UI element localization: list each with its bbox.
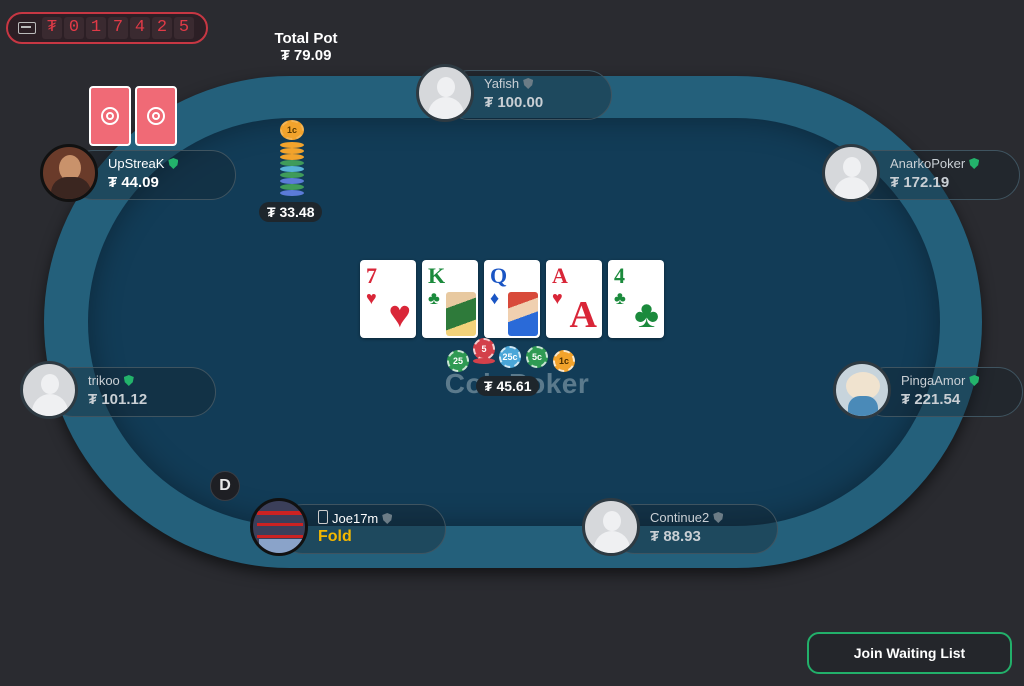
jackpot-digit: 0	[64, 17, 84, 39]
shield-icon	[382, 513, 393, 524]
chip-icon: 5c	[526, 346, 548, 368]
player-name: Continue2	[650, 510, 710, 525]
jackpot-ticker[interactable]: ₮ 0 1 7 4 2 5	[6, 12, 208, 44]
avatar	[250, 498, 308, 556]
board-card: K ♣	[422, 260, 478, 338]
player-name: PingaAmor	[901, 373, 966, 388]
club-icon: ♣	[428, 288, 440, 308]
king-face-icon	[446, 292, 476, 336]
avatar	[582, 498, 640, 556]
join-waiting-list-button[interactable]: Join Waiting List	[807, 632, 1012, 674]
player-name: Joe17m	[332, 511, 379, 526]
avatar	[20, 361, 78, 419]
pot-amount: ₮ 45.61	[476, 376, 540, 396]
total-pot-label: Total Pot	[274, 30, 338, 47]
card-rank: 4	[614, 263, 625, 288]
board-card: A ♥ A	[546, 260, 602, 338]
shield-icon	[713, 512, 724, 523]
seat-trikoo[interactable]: trikoo ₮ 101.12	[20, 361, 216, 419]
seat-pingaamor[interactable]: PingaAmor ₮ 221.54	[833, 361, 1023, 419]
total-pot: Total Pot ₮ 79.09	[256, 30, 356, 64]
club-icon: ♣	[634, 294, 659, 336]
avatar	[40, 144, 98, 202]
avatar	[822, 144, 880, 202]
chip-icon: 5	[473, 338, 495, 360]
card-rank: A	[552, 263, 568, 288]
ticket-icon	[18, 22, 36, 34]
shield-icon	[969, 158, 980, 169]
chip-stack: 1c	[280, 120, 304, 198]
shield-icon	[523, 78, 534, 89]
player-name: Yafish	[484, 76, 520, 91]
player-stack: ₮ 101.12	[88, 391, 148, 408]
hole-card-back	[135, 86, 177, 146]
player-stack: ₮ 88.93	[650, 528, 701, 545]
queen-face-icon	[508, 292, 538, 336]
club-icon: ♣	[614, 288, 626, 308]
heart-icon: ♥	[366, 288, 377, 308]
card-rank: K	[428, 263, 446, 288]
heart-icon: ♥	[552, 288, 563, 308]
chip-icon: 25c	[499, 346, 521, 368]
player-stack: ₮ 44.09	[108, 174, 159, 191]
player-name: UpStreaK	[108, 156, 165, 171]
player-stack: ₮ 100.00	[484, 94, 544, 111]
seat-yafish[interactable]: Yafish ₮ 100.00	[416, 64, 612, 122]
jackpot-digit: 2	[152, 17, 172, 39]
board-card: 4 ♣ ♣	[608, 260, 664, 338]
player-stack: ₮ 221.54	[901, 391, 961, 408]
total-pot-amount: ₮ 79.09	[280, 47, 332, 64]
player-bet: ₮ 33.48	[259, 202, 323, 222]
card-rank: Q	[490, 263, 508, 288]
shield-icon	[969, 375, 980, 386]
board-card: 7 ♥ ♥	[360, 260, 416, 338]
avatar	[833, 361, 891, 419]
chip-icon: 25	[447, 350, 469, 372]
coinpoker-logo-icon	[147, 107, 165, 125]
jackpot-currency: ₮	[42, 17, 62, 39]
jackpot-digit: 4	[130, 17, 150, 39]
player-name: trikoo	[88, 373, 120, 388]
jackpot-digit: 7	[108, 17, 128, 39]
shield-icon	[123, 375, 134, 386]
seat-anarkopoker[interactable]: AnarkoPoker ₮ 172.19	[822, 144, 1020, 202]
jackpot-digit: 1	[86, 17, 106, 39]
chip-icon: 1c	[553, 350, 575, 372]
player-name: AnarkoPoker	[890, 156, 966, 171]
shield-icon	[168, 158, 179, 169]
chip-layer	[473, 358, 495, 364]
player-stack: ₮ 172.19	[890, 174, 950, 191]
heart-icon: ♥	[388, 294, 411, 336]
ace-glyph: A	[569, 294, 597, 336]
player-action: Fold	[318, 528, 352, 545]
seat-upstreak[interactable]: UpStreaK ₮ 44.09	[40, 144, 236, 202]
mobile-icon	[318, 510, 328, 524]
avatar	[416, 64, 474, 122]
card-rank: 7	[366, 263, 377, 288]
jackpot-digit: 5	[174, 17, 194, 39]
board-card: Q ♦	[484, 260, 540, 338]
diamond-icon: ♦	[490, 288, 500, 308]
seat-continue2[interactable]: Continue2 ₮ 88.93	[582, 498, 778, 556]
seat-joe17m[interactable]: Joe17m Fold	[250, 498, 446, 556]
dealer-button: D	[210, 471, 240, 501]
hole-card-back	[89, 86, 131, 146]
chip-icon: 1c	[280, 120, 304, 140]
coinpoker-logo-icon	[101, 107, 119, 125]
